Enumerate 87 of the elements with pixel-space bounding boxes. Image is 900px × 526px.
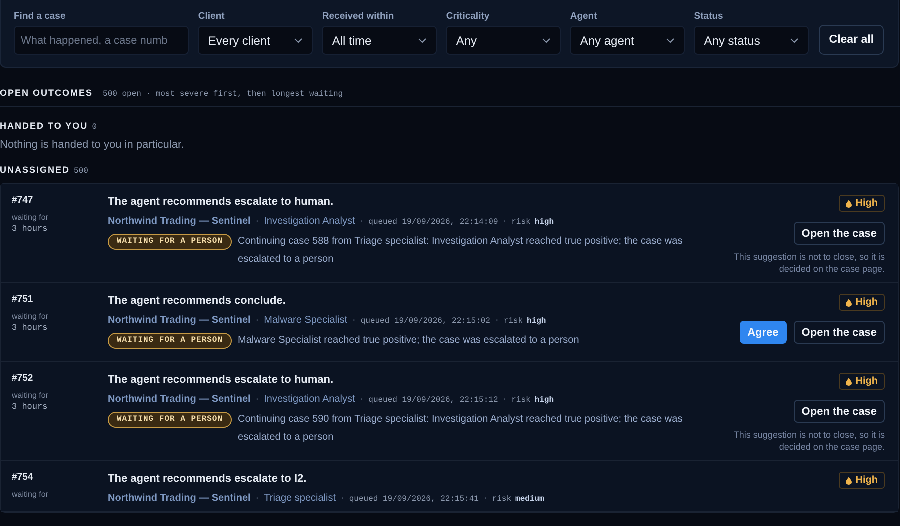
risk-label: risk (492, 495, 512, 504)
queued-time: queued 19/09/2026, 22:15:12 (368, 396, 498, 405)
client-name: Northwind Trading — Sentinel (108, 315, 251, 326)
case-number: #751 (12, 294, 34, 305)
filter-label: Criticality (446, 11, 491, 22)
agent-name: Investigation Analyst (264, 394, 356, 405)
open-case-button[interactable]: Open the case (794, 222, 885, 245)
separator-dot: · (484, 493, 488, 504)
client-name: Northwind Trading — Sentinel (108, 493, 251, 504)
risk-label: risk (512, 396, 531, 405)
separator-dot: · (256, 216, 260, 227)
client-name: Northwind Trading — Sentinel (108, 394, 251, 405)
risk-label: risk (512, 218, 531, 227)
status-badge: WAITING FOR A PERSON (108, 333, 232, 349)
queued-time: queued 19/09/2026, 22:15:41 (349, 495, 479, 504)
severity-badge: High (838, 472, 885, 489)
separator-dot: · (495, 315, 499, 326)
decision-note: This suggestion is not to close, so it is decided on the case page. (732, 251, 885, 275)
agent-name: Investigation Analyst (264, 216, 356, 227)
separator-dot: · (341, 493, 344, 504)
risk-level: medium (516, 495, 544, 504)
filter-label: Received within (322, 11, 396, 22)
filter-dropdown[interactable]: Any status (694, 26, 810, 55)
case-description: Malware Specialist reached true positive; the case was escalated to a person (238, 334, 580, 348)
filter-label: Find a case (14, 11, 67, 22)
section-heading: HANDED TO YOU (0, 121, 88, 131)
severity-badge: High (838, 294, 885, 311)
clear-all-button[interactable]: Clear all (819, 25, 884, 55)
agent-name: Triage specialist (264, 493, 336, 504)
queued-time: queued 19/09/2026, 22:15:02 (360, 317, 490, 326)
case-description: Continuing case 588 from Triage specialist: Investigation Analyst reached true positive; the case was escalated to a person (238, 235, 684, 267)
separator-dot: · (360, 394, 364, 405)
chevron-down-icon (294, 38, 304, 44)
case-title: The agent recommends escalate to human. (108, 374, 335, 386)
waiting-label: waiting for (12, 312, 50, 321)
open-case-button[interactable]: Open the case (794, 400, 885, 423)
filter-dropdown[interactable]: Any agent (570, 26, 686, 55)
filter-label: Client (198, 11, 226, 22)
filter-label: Status (694, 11, 724, 22)
chevron-down-icon (666, 38, 676, 44)
risk-level: high (534, 396, 554, 405)
empty-message: Nothing is handed to you in particular. (0, 139, 186, 151)
case-number: #747 (12, 195, 34, 206)
chevron-down-icon (790, 38, 800, 44)
case-number: #754 (12, 472, 34, 483)
case-title: The agent recommends escalate to l2. (108, 473, 308, 485)
severity-badge: High (838, 195, 885, 212)
chevron-down-icon (542, 38, 552, 44)
status-badge: WAITING FOR A PERSON (108, 234, 232, 250)
separator-dot: · (360, 216, 364, 227)
case-number: #752 (12, 373, 34, 384)
risk-label: risk (504, 317, 524, 326)
filter-dropdown[interactable]: Any (446, 26, 562, 55)
separator-dot: · (256, 394, 260, 405)
risk-level: high (534, 218, 554, 227)
status-badge: WAITING FOR A PERSON (108, 412, 232, 428)
section-count: 500 (74, 167, 88, 176)
waiting-time: 3 hours (12, 323, 49, 333)
filter-label: Agent (570, 11, 598, 22)
outcomes-summary: 500 open · most severe first, then longest waiting (103, 90, 344, 99)
section-count: 0 (92, 123, 97, 132)
waiting-label: waiting for (12, 213, 50, 222)
waiting-label: waiting for (12, 391, 50, 400)
separator-dot: · (503, 394, 507, 405)
waiting-time: 3 hours (12, 224, 49, 234)
waiting-time: 3 hours (12, 402, 49, 412)
open-case-button[interactable]: Open the case (794, 321, 885, 344)
case-title: The agent recommends escalate to human. (108, 196, 335, 208)
separator-dot: · (352, 315, 356, 326)
case-description: Continuing case 590 from Triage specialist: Investigation Analyst reached true positive; the case was escalated to a person (238, 413, 684, 445)
risk-level: high (527, 317, 546, 326)
waiting-label: waiting for (12, 490, 50, 499)
separator-dot: · (256, 493, 260, 504)
separator-dot: · (503, 216, 507, 227)
section-heading: OPEN OUTCOMES (0, 88, 94, 98)
search-field[interactable]: What happened, a case numb (14, 26, 190, 55)
case-title: The agent recommends conclude. (108, 295, 287, 307)
client-name: Northwind Trading — Sentinel (108, 216, 251, 227)
chevron-down-icon (418, 38, 428, 44)
decision-note: This suggestion is not to close, so it is decided on the case page. (732, 429, 885, 453)
filter-dropdown[interactable]: Every client (198, 26, 314, 55)
section-heading: UNASSIGNED (0, 165, 70, 175)
filter-dropdown[interactable]: All time (322, 26, 438, 55)
separator-dot: · (256, 315, 260, 326)
severity-badge: High (838, 373, 885, 390)
agent-name: Malware Specialist (264, 315, 348, 326)
queued-time: queued 19/09/2026, 22:14:09 (368, 218, 498, 227)
